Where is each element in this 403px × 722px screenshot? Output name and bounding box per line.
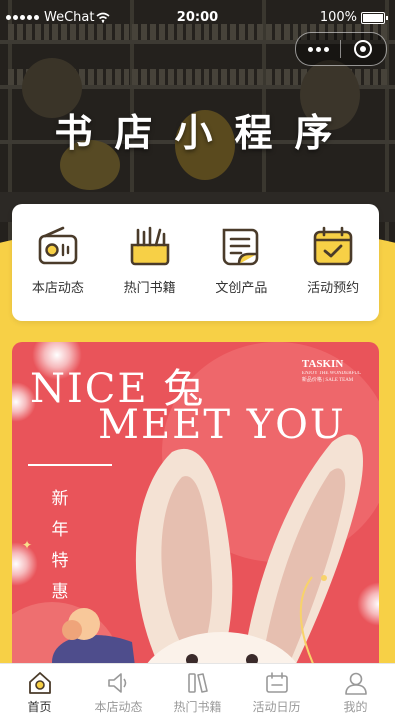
tab-label: 首页 bbox=[27, 700, 52, 714]
calendar-check-icon bbox=[313, 226, 353, 266]
battery-icon bbox=[361, 11, 388, 24]
more-menu-icon[interactable] bbox=[296, 46, 340, 52]
close-target-icon[interactable] bbox=[341, 40, 385, 58]
document-icon bbox=[223, 228, 259, 266]
menu-item-hot-books[interactable]: 热门书籍 bbox=[106, 204, 194, 296]
rabbit-illustration bbox=[52, 434, 363, 682]
menu-item-event-booking[interactable]: 活动预约 bbox=[289, 204, 377, 296]
tab-home[interactable]: 首页 bbox=[0, 664, 79, 722]
tab-store-news[interactable]: 本店动态 bbox=[79, 664, 158, 722]
battery-percent: 100% bbox=[319, 10, 357, 25]
menu-label: 文创产品 bbox=[215, 281, 268, 296]
books-icon bbox=[187, 673, 208, 693]
app-screen: WeChat 20:00 100% 书店小程序 本店动态 热门书籍 文创产品 活… bbox=[0, 0, 395, 722]
tab-label: 本店动态 bbox=[94, 700, 143, 714]
tab-label: 活动日历 bbox=[252, 700, 301, 714]
user-icon bbox=[344, 672, 367, 695]
bottom-tab-bar: 首页 本店动态 热门书籍 活动日历 我的 bbox=[0, 663, 395, 722]
quick-menu: 本店动态 热门书籍 文创产品 活动预约 bbox=[12, 204, 379, 321]
menu-item-creative-products[interactable]: 文创产品 bbox=[197, 204, 285, 296]
battery-status: 100% bbox=[319, 10, 388, 25]
status-bar: WeChat 20:00 100% bbox=[0, 0, 395, 34]
menu-label: 热门书籍 bbox=[123, 281, 176, 296]
tab-event-calendar[interactable]: 活动日历 bbox=[237, 664, 316, 722]
menu-label: 本店动态 bbox=[31, 281, 84, 296]
tab-profile[interactable]: 我的 bbox=[316, 664, 395, 722]
menu-label: 活动预约 bbox=[307, 281, 360, 296]
menu-item-store-news[interactable]: 本店动态 bbox=[14, 204, 102, 296]
calendar-icon bbox=[265, 672, 288, 693]
miniprogram-capsule bbox=[295, 32, 387, 66]
tab-hot-books[interactable]: 热门书籍 bbox=[158, 664, 237, 722]
speaker-icon bbox=[107, 673, 126, 693]
radio-icon bbox=[38, 226, 78, 265]
books-icon bbox=[130, 226, 169, 266]
tab-label: 我的 bbox=[343, 700, 368, 714]
tab-label: 热门书籍 bbox=[173, 700, 222, 714]
promo-banner[interactable]: NICE 兔 MEET YOU TASKIN ENJOY THE WONDERF… bbox=[12, 342, 379, 682]
page-title: 书店小程序 bbox=[54, 111, 355, 155]
home-icon bbox=[28, 672, 51, 694]
